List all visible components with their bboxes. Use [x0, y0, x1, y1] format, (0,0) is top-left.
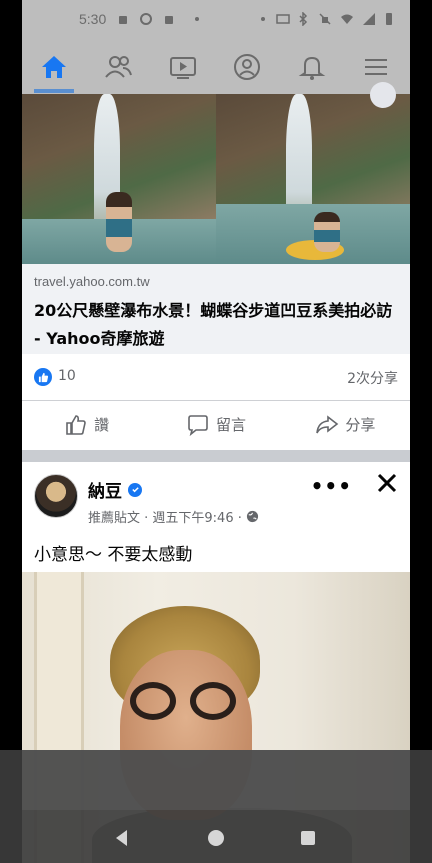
- comment-button[interactable]: 留言: [151, 401, 280, 448]
- post-actions: 讚 留言 分享: [22, 400, 410, 448]
- post-meta: 推薦貼文 · 週五下午9:46 ·: [88, 507, 259, 526]
- profile-icon: [234, 54, 260, 80]
- bluetooth-icon: [299, 12, 308, 26]
- home-icon: [42, 56, 66, 78]
- system-navigation-bar: [0, 750, 432, 863]
- recents-icon[interactable]: [298, 828, 318, 848]
- thumbs-up-icon: [66, 414, 86, 435]
- like-count: 10: [58, 368, 76, 384]
- verified-badge-icon: [128, 482, 142, 497]
- home-circle-icon[interactable]: [206, 828, 226, 848]
- tab-notifications[interactable]: [290, 48, 334, 86]
- wifi-icon: [341, 14, 353, 24]
- sync-icon: [140, 13, 152, 25]
- watch-icon: [170, 57, 196, 79]
- waterfall-photo-left: [22, 94, 216, 264]
- comment-icon: [188, 414, 208, 436]
- comment-label: 留言: [215, 416, 246, 434]
- tab-home[interactable]: [32, 48, 76, 86]
- dot-icon: [195, 17, 199, 21]
- like-label: 讚: [94, 416, 110, 434]
- dot-icon: [261, 17, 265, 21]
- link-preview-image[interactable]: [22, 94, 410, 264]
- reaction-summary[interactable]: 10 2次分享: [22, 354, 410, 400]
- status-bar: 5:30: [22, 0, 410, 40]
- share-button[interactable]: 分享: [281, 401, 410, 448]
- hide-post-button[interactable]: [370, 82, 396, 108]
- post-text: 小意思～ 不要太感動: [34, 545, 193, 565]
- top-navigation: [22, 40, 410, 94]
- android-icon: [119, 16, 127, 24]
- notifications-icon: [298, 56, 326, 80]
- link-post-card[interactable]: travel.yahoo.com.tw 20公尺懸壁瀑布水景！蝴蝶谷步道凹豆系美…: [22, 82, 410, 450]
- tab-menu[interactable]: [354, 48, 398, 86]
- waterfall-photo-right: [216, 94, 410, 264]
- post-meta-text: 推薦貼文 · 週五下午9:46 ·: [88, 511, 242, 526]
- share-icon: [316, 414, 339, 433]
- share-count[interactable]: 2次分享: [347, 368, 398, 388]
- active-tab-indicator: [34, 89, 74, 93]
- avatar[interactable]: [34, 474, 78, 518]
- close-icon[interactable]: [374, 470, 400, 496]
- cast-icon: [276, 14, 290, 24]
- share-label: 分享: [345, 416, 376, 434]
- signal-icon: [363, 13, 375, 25]
- status-time: 5:30: [79, 11, 107, 27]
- post-author[interactable]: 納豆: [88, 477, 142, 502]
- left-letterbox: [0, 0, 22, 863]
- android-icon: [165, 16, 173, 24]
- more-options-button[interactable]: •••: [311, 474, 352, 498]
- globe-icon: [246, 510, 258, 523]
- link-meta[interactable]: travel.yahoo.com.tw 20公尺懸壁瀑布水景！蝴蝶谷步道凹豆系美…: [22, 264, 410, 354]
- tab-watch[interactable]: [161, 48, 205, 86]
- facebook-app: 5:30 travel.yahoo.com.tw 20公尺懸壁瀑布水景！蝴蝶谷步…: [22, 0, 410, 863]
- battery-icon: [386, 13, 392, 25]
- back-icon[interactable]: [112, 828, 132, 848]
- like-button[interactable]: 讚: [22, 401, 151, 448]
- tab-profile[interactable]: [225, 48, 269, 86]
- mute-icon: [319, 13, 331, 25]
- menu-icon: [365, 59, 387, 75]
- right-letterbox: [410, 0, 432, 863]
- friends-icon: [105, 56, 132, 78]
- link-domain: travel.yahoo.com.tw: [34, 274, 150, 289]
- link-headline: 20公尺懸壁瀑布水景！蝴蝶谷步道凹豆系美拍必訪 - Yahoo奇摩旅遊: [34, 301, 393, 348]
- tab-friends[interactable]: [96, 48, 140, 86]
- like-reaction-icon: [34, 368, 52, 386]
- author-name: 納豆: [88, 482, 122, 502]
